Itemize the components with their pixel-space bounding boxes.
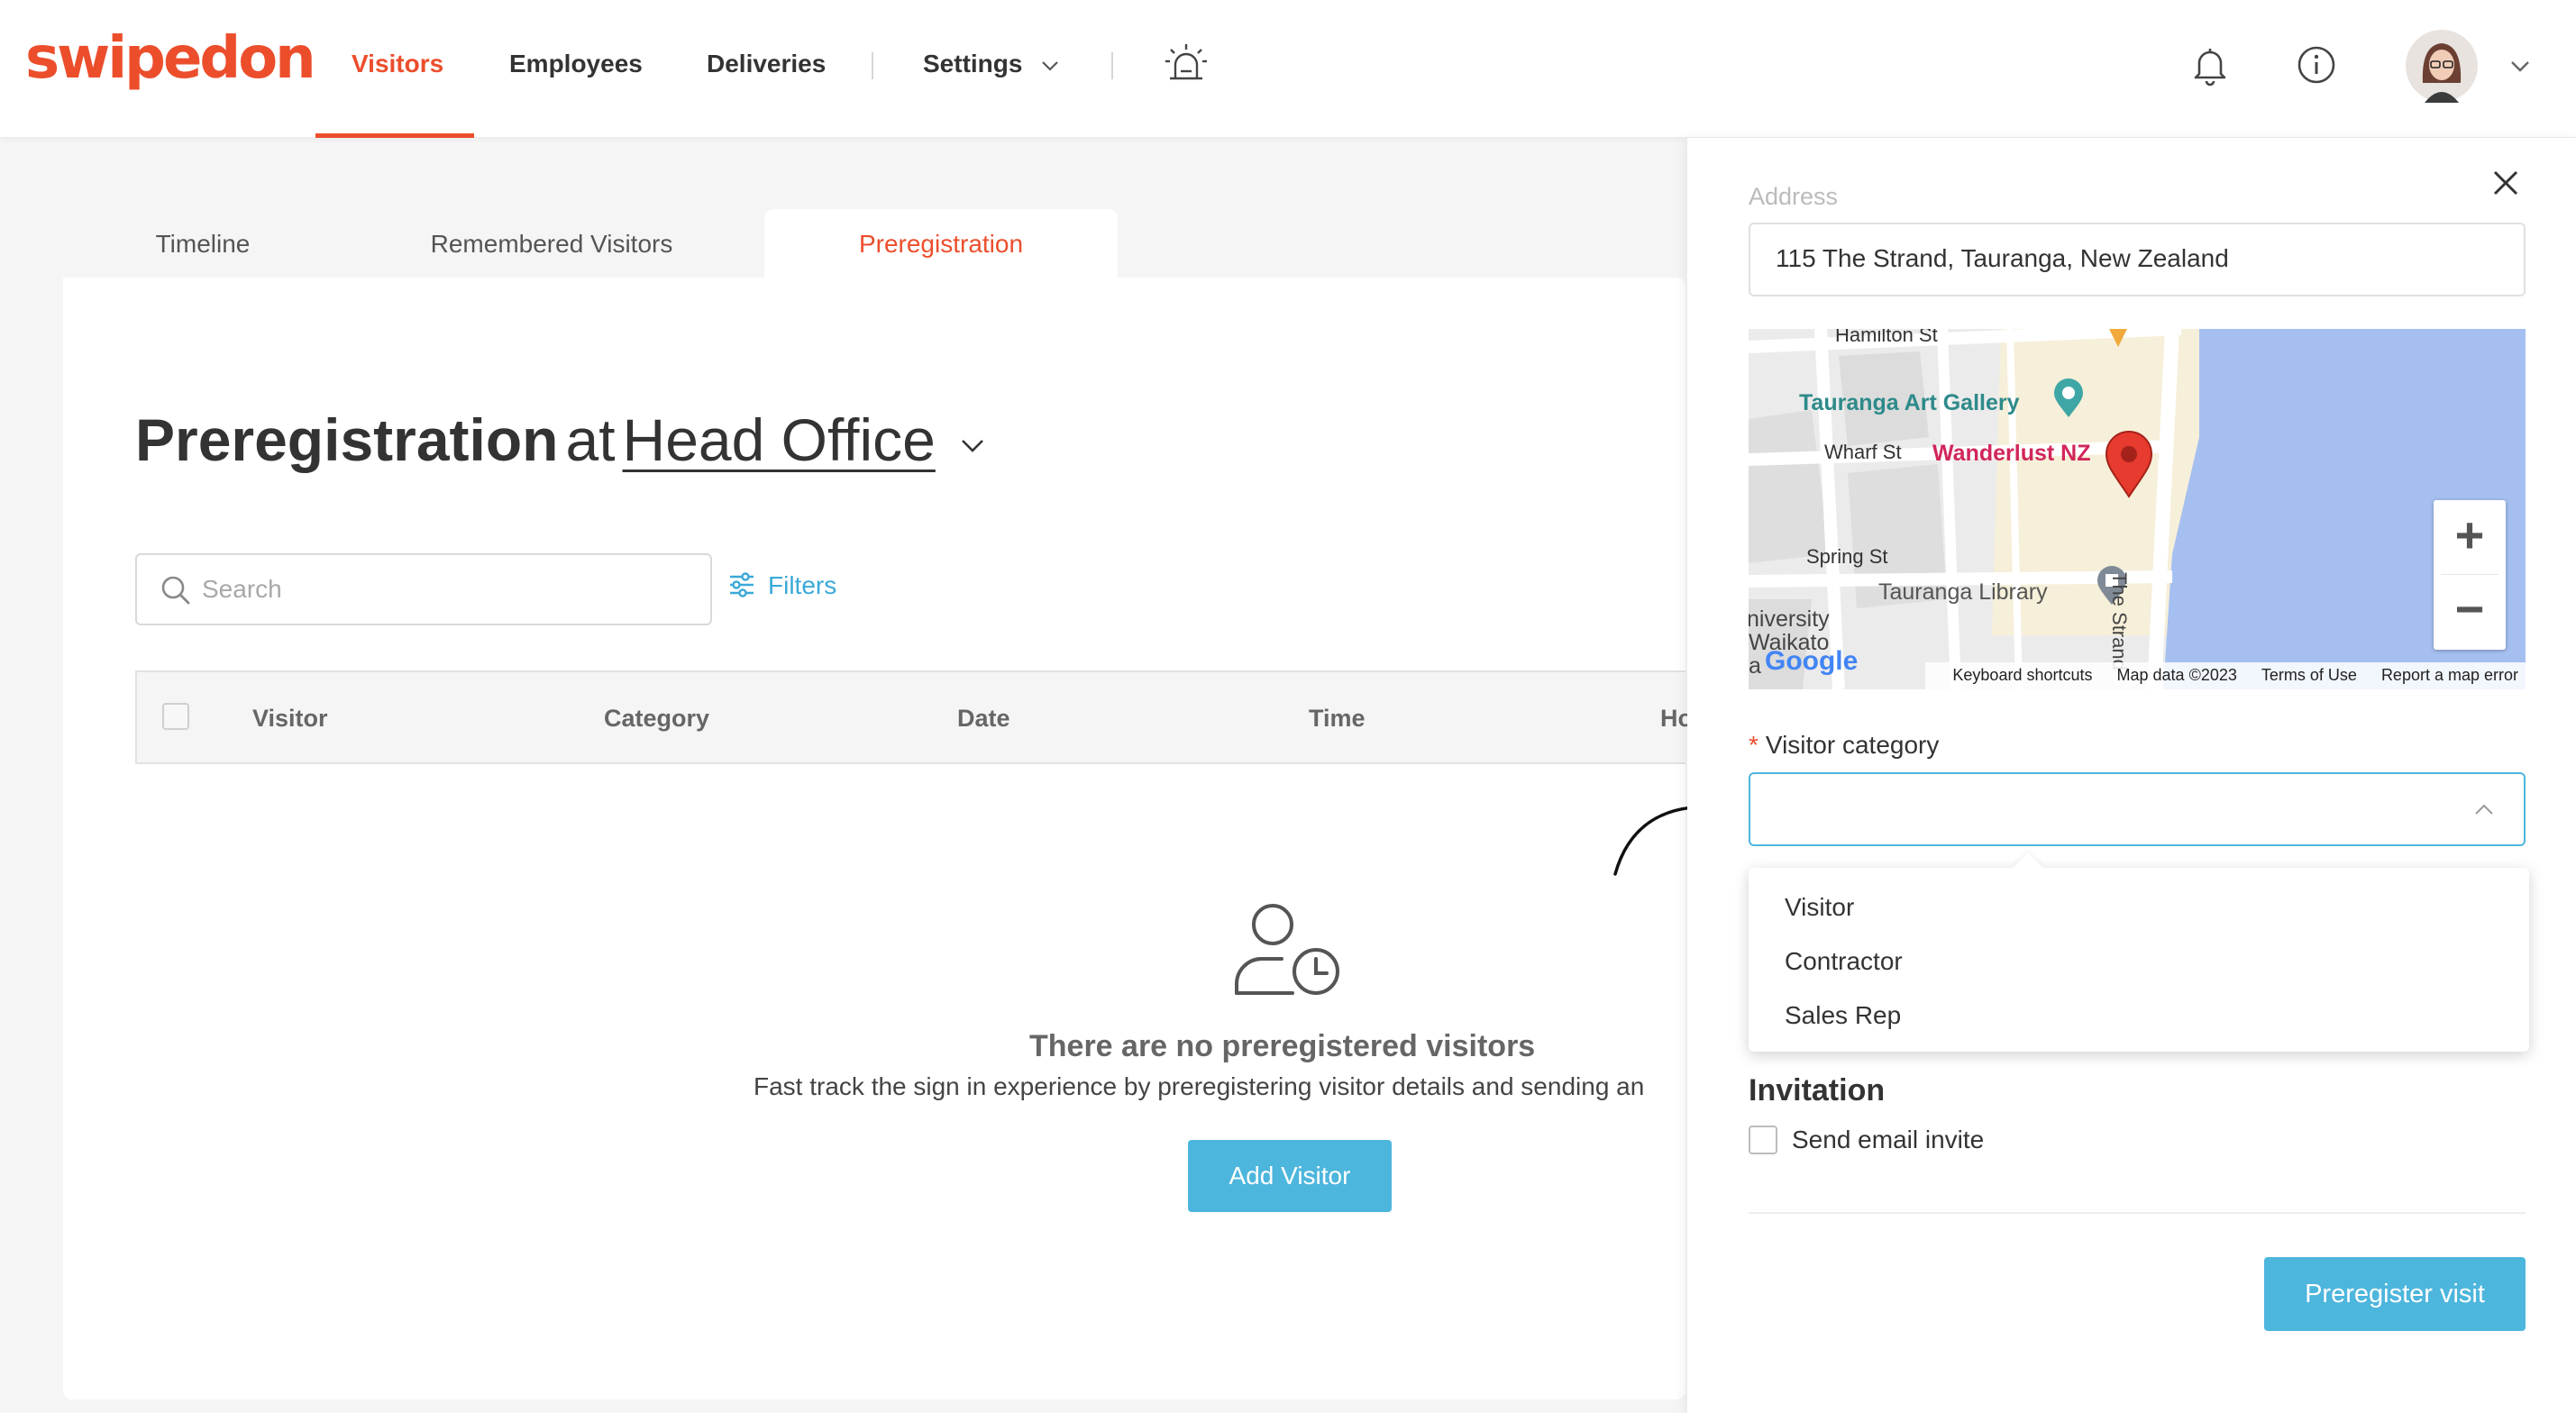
column-header-category[interactable]: Category <box>604 705 709 733</box>
art-gallery-pin-icon <box>2054 378 2083 417</box>
column-header-time[interactable]: Time <box>1309 705 1366 733</box>
zoom-in-button[interactable]: + <box>2434 504 2506 572</box>
search-icon <box>161 576 190 605</box>
visitor-category-label-text: Visitor category <box>1765 731 1940 759</box>
map-place-label: Tauranga Art Gallery <box>1799 390 2020 415</box>
visitor-category-dropdown: Visitor Contractor Sales Rep <box>1749 852 2529 1052</box>
nav-visitors[interactable]: Visitors <box>352 50 443 78</box>
settings-chevron-down-icon[interactable] <box>1040 56 1060 76</box>
map-street-label: Wharf St <box>1824 441 1902 463</box>
table-header: Visitor Category Date Time Ho <box>135 670 1693 764</box>
map-place-label: Tauranga Library <box>1878 579 2048 605</box>
required-mark: * <box>1749 731 1758 759</box>
keyboard-shortcuts-link[interactable]: Keyboard shortcuts <box>1952 666 2092 684</box>
nav-employees[interactable]: Employees <box>509 50 643 78</box>
location-map[interactable]: Hamilton St Tauranga Art Gallery Wharf S… <box>1749 329 2526 689</box>
person-clock-icon <box>1235 904 1339 995</box>
google-logo[interactable]: Google <box>1765 646 1858 677</box>
tab-preregistration[interactable]: Preregistration <box>764 209 1118 279</box>
info-icon[interactable] <box>2297 45 2336 85</box>
panel-divider <box>1749 1212 2526 1214</box>
search-input[interactable]: Search <box>135 553 712 625</box>
address-field[interactable]: 115 The Strand, Tauranga, New Zealand <box>1749 223 2526 296</box>
map-place-label: Wanderlust NZ <box>1932 441 2091 466</box>
map-street-label: Spring St <box>1806 545 1888 568</box>
filters-button[interactable]: Filters <box>728 571 836 600</box>
nav-deliveries[interactable]: Deliveries <box>707 50 826 78</box>
emergency-alarm-icon[interactable] <box>1163 41 1210 87</box>
map-street-label: The Strand <box>2108 572 2131 670</box>
map-place-label: niversity <box>1749 606 1830 632</box>
page-title-text: Preregistration <box>135 406 559 473</box>
send-email-invite-checkbox[interactable] <box>1749 1126 1777 1154</box>
send-email-invite-label[interactable]: Send email invite <box>1792 1126 1984 1154</box>
column-header-visitor[interactable]: Visitor <box>252 705 328 733</box>
dropdown-pointer <box>2013 852 2043 883</box>
preregister-visit-button[interactable]: Preregister visit <box>2264 1257 2526 1331</box>
top-navigation-bar: swipedon Visitors Employees Deliveries S… <box>0 0 2576 138</box>
map-attribution: Keyboard shortcuts Map data ©2023 Terms … <box>1925 662 2526 689</box>
empty-state-title: There are no preregistered visitors <box>1029 1029 1536 1063</box>
search-placeholder: Search <box>202 575 282 603</box>
add-visitor-button[interactable]: Add Visitor <box>1188 1140 1392 1212</box>
visitor-category-select[interactable] <box>1749 772 2526 846</box>
page-title-at: at <box>565 406 616 473</box>
tab-remembered-visitors[interactable]: Remembered Visitors <box>379 209 725 279</box>
tab-timeline[interactable]: Timeline <box>108 209 297 279</box>
address-label: Address <box>1749 183 1839 210</box>
location-pin-icon <box>2105 431 2153 498</box>
invitation-section-title: Invitation <box>1749 1073 1886 1108</box>
nav-separator <box>872 52 873 79</box>
select-all-checkbox[interactable] <box>162 703 189 730</box>
nav-settings[interactable]: Settings <box>923 50 1022 78</box>
page-title: Preregistration at Head Office <box>135 406 986 474</box>
bell-icon[interactable] <box>2192 45 2228 87</box>
filters-label: Filters <box>768 571 837 599</box>
report-map-error-link[interactable]: Report a map error <box>2381 666 2518 684</box>
zoom-out-button[interactable]: − <box>2434 578 2506 646</box>
zoom-separator <box>2441 574 2498 575</box>
map-place-label: a <box>1749 653 1761 679</box>
map-zoom-control: + − <box>2434 500 2506 650</box>
account-chevron-down-icon[interactable] <box>2509 58 2531 76</box>
location-selector[interactable]: Head Office <box>623 406 936 473</box>
preregister-side-panel: Address 115 The Strand, Tauranga, New Ze… <box>1687 138 2576 1413</box>
chevron-up-icon <box>2475 804 2493 815</box>
map-street-label: Hamilton St <box>1835 329 1938 346</box>
filter-sliders-icon <box>730 572 754 597</box>
close-icon[interactable] <box>2488 165 2524 201</box>
map-data-text: Map data ©2023 <box>2116 666 2237 684</box>
terms-of-use-link[interactable]: Terms of Use <box>2261 666 2357 684</box>
location-chevron-down-icon[interactable] <box>959 435 986 455</box>
active-nav-underline <box>315 133 474 138</box>
option-sales-rep[interactable]: Sales Rep <box>1785 1001 1901 1030</box>
nav-separator <box>1111 52 1113 79</box>
avatar[interactable] <box>2405 29 2479 103</box>
option-visitor[interactable]: Visitor <box>1785 893 1854 922</box>
column-header-date[interactable]: Date <box>957 705 1010 733</box>
map-tiles <box>1749 329 2526 689</box>
swipedon-logo[interactable]: swipedon <box>25 25 316 92</box>
option-contractor[interactable]: Contractor <box>1785 947 1903 976</box>
visitor-category-label: * Visitor category <box>1749 731 1939 760</box>
empty-state-description: Fast track the sign in experience by pre… <box>754 1072 1645 1100</box>
